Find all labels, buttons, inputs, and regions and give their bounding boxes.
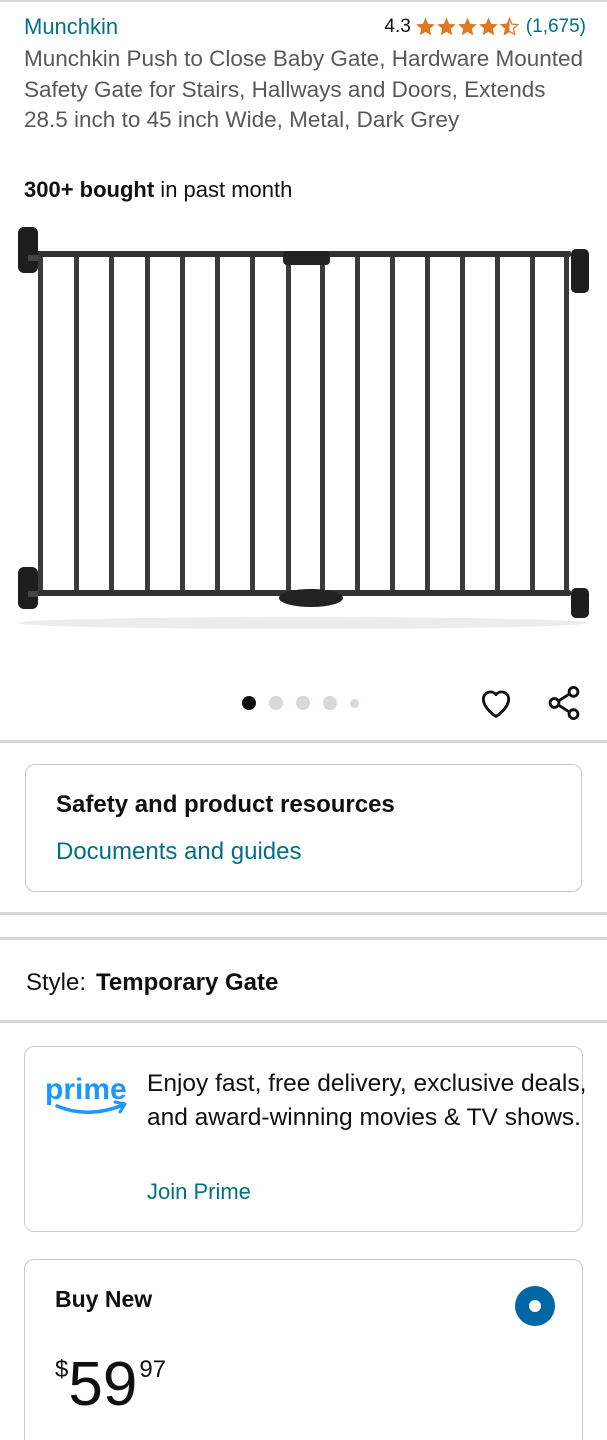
style-selector[interactable]: Style: Temporary Gate: [26, 969, 278, 997]
rating-summary[interactable]: 4.3 (1,675): [384, 14, 586, 40]
rating-count-link[interactable]: (1,675): [526, 16, 586, 38]
price-currency: $: [55, 1356, 69, 1383]
carousel-dot[interactable]: [350, 698, 359, 708]
style-value: Temporary Gate: [96, 969, 279, 996]
price-whole: 59: [68, 1350, 138, 1419]
rating-value: 4.3: [384, 16, 411, 37]
product-image-baby-gate[interactable]: [0, 215, 607, 645]
carousel-dot-active[interactable]: [242, 696, 256, 710]
star-icon: [457, 17, 477, 36]
buy-new-card[interactable]: Buy New $ 59 97: [24, 1259, 583, 1440]
documents-and-guides-link[interactable]: Documents and guides: [56, 838, 301, 866]
carousel-dot[interactable]: [269, 696, 283, 710]
share-icon[interactable]: [545, 684, 583, 722]
star-icon: [478, 17, 498, 36]
prime-promo-text: Enjoy fast, free delivery, exclusive dea…: [147, 1070, 587, 1131]
buy-new-radio-selected[interactable]: [515, 1286, 555, 1326]
star-icon: [415, 17, 435, 36]
prime-logo: prime: [45, 1073, 127, 1114]
section-divider: [0, 912, 607, 915]
product-title: Munchkin Push to Close Baby Gate, Hardwa…: [24, 46, 584, 132]
bought-count: 300+ bought: [24, 177, 155, 202]
price: $ 59 97: [55, 1348, 166, 1422]
carousel-dot[interactable]: [296, 696, 310, 710]
half-star-icon: [499, 17, 520, 36]
section-divider: [0, 937, 607, 940]
bought-suffix: in past month: [154, 177, 293, 202]
price-fraction: 97: [139, 1356, 167, 1383]
join-prime-link[interactable]: Join Prime: [147, 1179, 251, 1205]
top-divider: [0, 0, 607, 2]
bought-in-past-month: 300+ bought in past month: [24, 177, 292, 203]
image-carousel-dots: [242, 696, 372, 710]
brand-link[interactable]: Munchkin: [24, 14, 118, 40]
buy-new-title: Buy New: [55, 1286, 153, 1312]
safety-resources-card: Safety and product resources Documents a…: [25, 764, 582, 892]
section-divider: [0, 1020, 607, 1023]
safety-resources-title: Safety and product resources: [56, 791, 395, 818]
prime-promo-card: prime Enjoy fast, free delivery, exclusi…: [24, 1046, 586, 1232]
star-rating: [415, 17, 520, 37]
brand-rating-row: Munchkin 4.3 (1,675): [24, 14, 586, 42]
star-icon: [436, 17, 456, 36]
style-label: Style:: [26, 969, 87, 996]
section-divider: [0, 740, 607, 743]
carousel-dot[interactable]: [323, 696, 337, 710]
heart-icon[interactable]: [477, 684, 515, 722]
